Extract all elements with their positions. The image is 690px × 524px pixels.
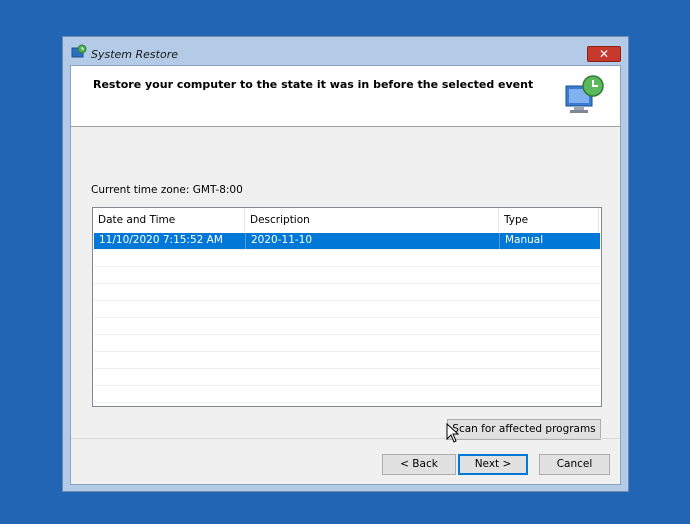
- restore-computer-icon: [565, 75, 604, 113]
- dialog-client-area: Restore your computer to the state it wa…: [70, 65, 621, 485]
- back-button[interactable]: < Back: [382, 454, 456, 475]
- cell-type: Manual: [505, 234, 544, 246]
- cell-description: 2020-11-10: [246, 233, 500, 249]
- mouse-pointer-icon: [446, 423, 460, 443]
- table-row-empty: [94, 267, 600, 284]
- close-button[interactable]: ✕: [587, 46, 621, 62]
- scan-affected-programs-button[interactable]: Scan for affected programs: [447, 419, 601, 440]
- table-row-empty: [94, 386, 600, 403]
- table-row-empty: [94, 284, 600, 301]
- next-button[interactable]: Next >: [458, 454, 528, 475]
- timezone-label: Current time zone: GMT-8:00: [91, 184, 243, 196]
- title-bar[interactable]: System Restore ✕: [63, 37, 628, 65]
- sort-chevron-icon: ﹀: [165, 207, 173, 214]
- cell-date: 11/10/2020 7:15:52 AM: [94, 233, 246, 249]
- system-restore-window: System Restore ✕ Restore your computer t…: [62, 36, 629, 492]
- system-restore-icon: [71, 44, 87, 58]
- window-title: System Restore: [91, 48, 178, 61]
- column-label-date: Date and Time: [98, 214, 176, 226]
- table-row-empty: [94, 250, 600, 267]
- table-row-empty: [94, 301, 600, 318]
- footer-divider: [71, 438, 620, 439]
- cancel-button[interactable]: Cancel: [539, 454, 610, 475]
- column-header-type[interactable]: Type: [499, 208, 599, 232]
- table-row-empty: [94, 369, 600, 386]
- header-instruction: Restore your computer to the state it wa…: [93, 78, 534, 91]
- table-row-empty: [94, 335, 600, 352]
- table-row-selected[interactable]: 11/10/2020 7:15:52 AM 2020-11-10 Manual: [94, 233, 600, 250]
- dialog-header: Restore your computer to the state it wa…: [71, 66, 620, 127]
- table-row-empty: [94, 318, 600, 335]
- column-header-date[interactable]: Date and Time ﹀: [93, 208, 245, 232]
- table-row-empty: [94, 352, 600, 369]
- restore-points-list[interactable]: Date and Time ﹀ Description Type 11/10/2…: [92, 207, 602, 407]
- column-header-description[interactable]: Description: [245, 208, 499, 232]
